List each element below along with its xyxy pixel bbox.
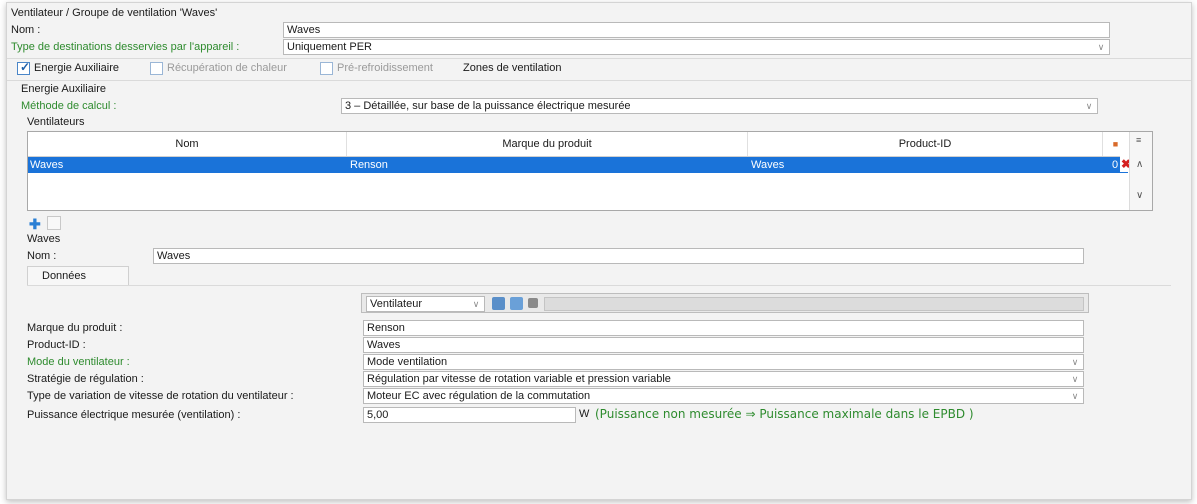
detail-name-label: Nom : [27, 250, 57, 262]
regulation-strategy-value: Régulation par vitesse de rotation varia… [367, 373, 671, 385]
chevron-down-icon: ∨ [1071, 374, 1079, 384]
cell-nom: Waves [30, 159, 64, 171]
brand-input[interactable]: Renson [363, 320, 1084, 336]
destination-type-label: Type de destinations desservies par l'ap… [11, 41, 240, 53]
detail-name-input[interactable]: Waves [153, 248, 1084, 264]
divider [7, 58, 1191, 59]
chevron-down-icon[interactable]: ∨ [1136, 190, 1143, 201]
column-header-marque[interactable]: Marque du produit [347, 132, 748, 156]
power-input[interactable]: 5,00 [363, 407, 576, 423]
chevron-down-icon: ∨ [1097, 42, 1105, 52]
chevron-up-icon[interactable]: ∧ [1136, 159, 1143, 170]
table-row[interactable]: Waves Renson Waves 0 [28, 157, 1128, 173]
tab-recuperation-chaleur[interactable]: Récupération de chaleur [167, 62, 287, 74]
tab-pre-refroidissement[interactable]: Pré-refroidissement [337, 62, 433, 74]
speed-variation-value: Moteur EC avec régulation de la commutat… [367, 390, 591, 402]
tab-donnees[interactable]: Données [27, 266, 129, 285]
fans-table: Nom Marque du produit Product-ID ■ Waves… [27, 131, 1153, 211]
power-unit: W [579, 408, 590, 420]
data-toolbar: Ventilateur ∨ [361, 293, 1089, 313]
chevron-down-icon: ∨ [1071, 357, 1079, 367]
menu-icon[interactable]: ≡ [1136, 135, 1141, 145]
column-header-count[interactable]: ■ [1103, 132, 1128, 156]
method-label: Méthode de calcul : [21, 100, 117, 112]
export-icon[interactable] [510, 297, 523, 310]
checkbox-energie-auxiliaire[interactable]: ✓ [17, 60, 31, 75]
fan-mode-value: Mode ventilation [367, 356, 448, 368]
database-bar [544, 297, 1084, 311]
fan-mode-label: Mode du ventilateur : [27, 356, 130, 368]
regulation-strategy-label: Stratégie de régulation : [27, 373, 144, 385]
component-select[interactable]: Ventilateur ∨ [366, 296, 485, 312]
destination-type-select[interactable]: Uniquement PER ∨ [283, 39, 1110, 55]
product-id-input[interactable]: Waves [363, 337, 1084, 353]
fans-title: Ventilateurs [27, 116, 85, 128]
regulation-strategy-select[interactable]: Régulation par vitesse de rotation varia… [363, 371, 1084, 387]
detail-title: Waves [27, 233, 61, 245]
speed-variation-select[interactable]: Moteur EC avec régulation de la commutat… [363, 388, 1084, 404]
tab-zones-ventilation[interactable]: Zones de ventilation [463, 62, 561, 74]
cell-count: 0 [1112, 159, 1119, 171]
section-title: Energie Auxiliaire [21, 83, 106, 95]
speed-variation-label: Type de variation de vitesse de rotation… [27, 390, 294, 402]
checkmark-icon: ✓ [20, 60, 31, 74]
column-header-product-id[interactable]: Product-ID [748, 132, 1103, 156]
chevron-down-icon: ∨ [472, 299, 480, 309]
chevron-down-icon: ∨ [1071, 391, 1079, 401]
copy-fan-icon[interactable] [47, 216, 61, 230]
brand-label: Marque du produit : [27, 322, 123, 334]
import-icon[interactable] [492, 297, 505, 310]
checkbox-recuperation-chaleur[interactable] [150, 62, 163, 75]
tab-energie-auxiliaire[interactable]: Energie Auxiliaire [34, 62, 119, 74]
table-header: Nom Marque du produit Product-ID ■ [28, 132, 1128, 157]
stop-icon[interactable] [528, 298, 538, 308]
chevron-down-icon: ∨ [1085, 101, 1093, 111]
name-label: Nom : [11, 24, 41, 36]
fan-mode-select[interactable]: Mode ventilation ∨ [363, 354, 1084, 370]
cell-product-id: Waves [751, 159, 785, 171]
product-id-label: Product-ID : [27, 339, 86, 351]
tab-donnees-label: Données [42, 270, 87, 282]
power-note: (Puissance non mesurée ⇒ Puissance maxim… [595, 407, 974, 421]
method-select[interactable]: 3 – Détaillée, sur base de la puissance … [341, 98, 1098, 114]
name-input[interactable]: Waves [283, 22, 1110, 38]
add-fan-icon[interactable]: ✚ [29, 216, 41, 233]
window-title: Ventilateur / Groupe de ventilation 'Wav… [11, 7, 218, 19]
method-value: 3 – Détaillée, sur base de la puissance … [345, 100, 631, 112]
destination-type-value: Uniquement PER [287, 41, 372, 53]
column-header-nom[interactable]: Nom [28, 132, 347, 156]
sort-icon: ■ [1112, 139, 1119, 149]
cell-marque: Renson [350, 159, 388, 171]
checkbox-pre-refroidissement[interactable] [320, 62, 333, 75]
divider [7, 80, 1191, 81]
table-scrollbar[interactable]: ≡ ∧ ∨ [1129, 132, 1152, 210]
dialog-window: Ventilateur / Groupe de ventilation 'Wav… [6, 2, 1192, 500]
component-select-value: Ventilateur [370, 298, 422, 310]
divider [27, 285, 1171, 286]
power-label: Puissance électrique mesurée (ventilatio… [27, 409, 241, 421]
